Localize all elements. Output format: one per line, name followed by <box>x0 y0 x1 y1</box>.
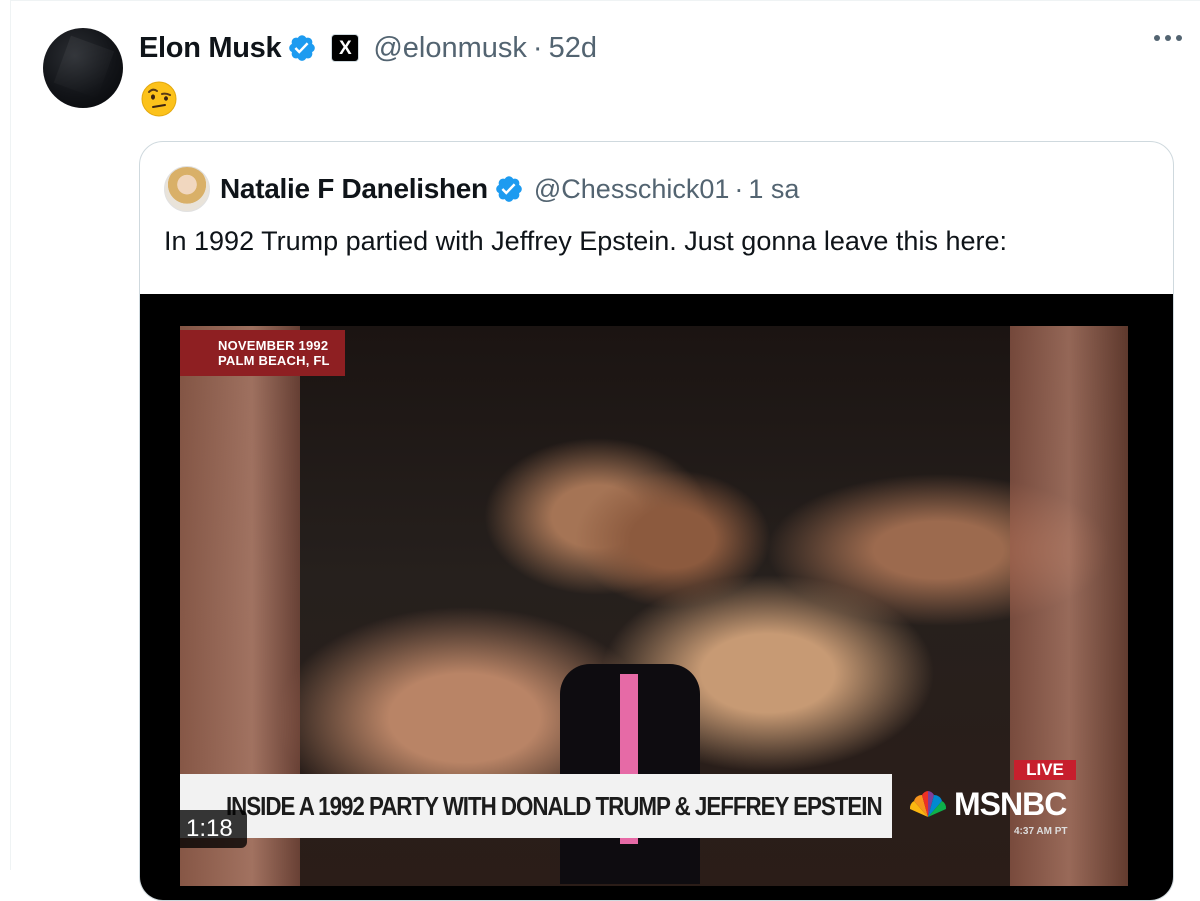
tweet-timestamp[interactable]: 52d <box>549 32 597 65</box>
live-badge: LIVE <box>1014 760 1076 780</box>
quoted-author-avatar[interactable] <box>164 166 210 212</box>
raised-eyebrow-emoji-icon <box>141 81 177 117</box>
author-name[interactable]: Elon Musk <box>139 32 282 65</box>
author-handle[interactable]: @elonmusk <box>373 32 527 65</box>
quoted-header-separator: · <box>734 173 744 204</box>
video-date-tag: NOVEMBER 1992 PALM BEACH, FL <box>180 330 345 376</box>
quoted-author-handle[interactable]: @Chesschick01 <box>534 174 730 205</box>
author-avatar[interactable] <box>43 28 123 108</box>
video-player[interactable]: NOVEMBER 1992 PALM BEACH, FL INSIDE A 19… <box>140 294 1173 900</box>
peacock-icon <box>909 791 947 817</box>
verified-badge-icon <box>496 176 522 202</box>
network-name: MSNBC <box>954 785 1067 822</box>
video-date-line1: NOVEMBER 1992 <box>218 338 329 353</box>
video-duration: 1:18 <box>172 810 247 848</box>
video-headline-bar: INSIDE A 1992 PARTY WITH DONALD TRUMP & … <box>180 774 892 838</box>
tweet[interactable]: Elon Musk X @elonmusk · 52d Natalie F Da… <box>10 0 1200 901</box>
x-affiliation-icon[interactable]: X <box>331 34 360 62</box>
network-logo: MSNBC <box>908 784 1067 824</box>
quoted-tweet-header: Natalie F Danelishen @Chesschick01 · 1 s… <box>164 166 799 212</box>
quoted-author-name[interactable]: Natalie F Danelishen <box>220 173 488 205</box>
tweet-header: Elon Musk X @elonmusk · 52d <box>139 29 597 67</box>
quoted-tweet-text: In 1992 Trump partied with Jeffrey Epste… <box>164 226 1007 256</box>
verified-badge-icon <box>289 35 316 61</box>
video-headline: INSIDE A 1992 PARTY WITH DONALD TRUMP & … <box>226 790 883 821</box>
more-options-icon[interactable] <box>1154 35 1182 41</box>
broadcast-clock: 4:37 AM PT <box>1014 826 1068 837</box>
quoted-tweet[interactable]: Natalie F Danelishen @Chesschick01 · 1 s… <box>139 141 1174 901</box>
header-separator: · <box>532 31 543 64</box>
video-date-line2: PALM BEACH, FL <box>218 353 330 368</box>
quoted-tweet-timestamp[interactable]: 1 sa <box>748 174 799 205</box>
